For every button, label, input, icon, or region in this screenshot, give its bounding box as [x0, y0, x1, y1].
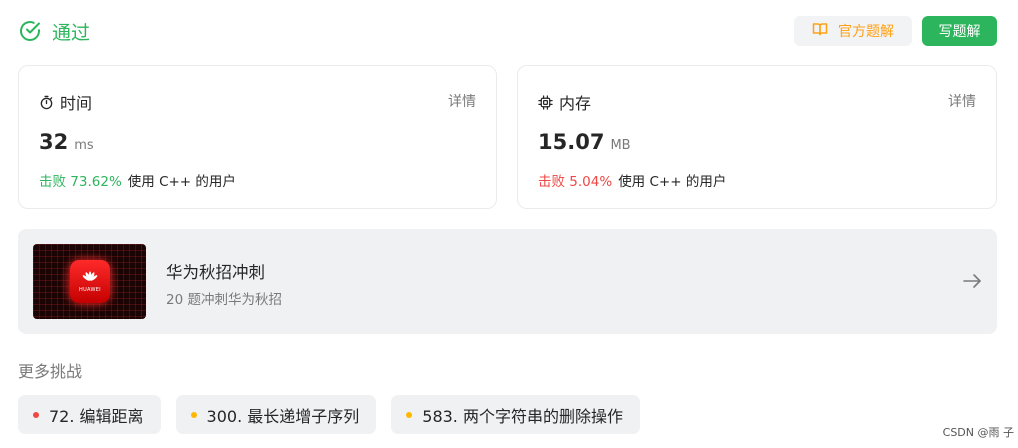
difficulty-dot [33, 411, 39, 418]
more-challenges-list: 72. 编辑距离 300. 最长递增子序列 583. 两个字符串的删除操作 [18, 395, 640, 434]
difficulty-dot [190, 411, 197, 418]
memory-title-text: 内存 [559, 94, 592, 113]
runtime-unit: ms [74, 138, 94, 153]
check-circle-icon [18, 19, 42, 43]
runtime-beat-percent: 击败 73.62% [39, 174, 122, 190]
stopwatch-icon [39, 95, 54, 110]
result-header: 通过 官方题解 写题解 [18, 16, 998, 46]
official-solution-button[interactable]: 官方题解 [794, 16, 912, 46]
memory-card: 内存 详情 15.07 MB 击败 5.04% 使用 C++ 的用户 [517, 65, 997, 209]
write-solution-button[interactable]: 写题解 [922, 16, 997, 46]
memory-metric: 15.07 MB [538, 130, 631, 154]
memory-unit: MB [610, 138, 631, 153]
official-solution-label: 官方题解 [838, 24, 894, 40]
runtime-card: 时间 详情 32 ms 击败 73.62% 使用 C++ 的用户 [18, 65, 497, 209]
banner-title: 华为秋招冲刺 [166, 263, 265, 282]
challenge-label: 583. 两个字符串的删除操作 [422, 406, 623, 426]
status-text: 通过 [52, 21, 91, 44]
status: 通过 [18, 16, 90, 46]
huawei-logo-icon: HUAWEI [70, 260, 110, 303]
runtime-title-text: 时间 [60, 94, 93, 113]
runtime-value: 32 [39, 130, 69, 154]
challenge-item-72[interactable]: 72. 编辑距离 [18, 395, 161, 434]
watermark: CSDN @雨 子 [942, 426, 1014, 439]
runtime-beat-suffix: 使用 C++ 的用户 [127, 174, 236, 190]
runtime-beat: 击败 73.62% 使用 C++ 的用户 [39, 170, 236, 190]
memory-title: 内存 [538, 90, 591, 114]
runtime-metric: 32 ms [39, 130, 94, 154]
memory-value: 15.07 [538, 130, 605, 154]
chip-icon [538, 94, 553, 110]
memory-beat-percent: 击败 5.04% [538, 174, 613, 190]
memory-beat-suffix: 使用 C++ 的用户 [618, 174, 727, 190]
banner-subtitle: 20 题冲刺华为秋招 [166, 292, 282, 308]
challenge-item-583[interactable]: 583. 两个字符串的删除操作 [391, 395, 640, 434]
huawei-logo-text: HUAWEI [79, 286, 101, 293]
arrow-right-icon[interactable] [962, 271, 982, 291]
challenge-label: 72. 编辑距离 [49, 406, 144, 426]
memory-beat: 击败 5.04% 使用 C++ 的用户 [538, 170, 726, 190]
more-challenges-title: 更多挑战 [18, 362, 83, 381]
challenge-label: 300. 最长递增子序列 [206, 406, 360, 426]
book-icon [812, 21, 828, 41]
runtime-title: 时间 [39, 90, 92, 114]
challenge-item-300[interactable]: 300. 最长递增子序列 [175, 395, 377, 434]
runtime-detail-link[interactable]: 详情 [448, 91, 476, 111]
huawei-banner-image: HUAWEI [33, 244, 146, 319]
memory-detail-link[interactable]: 详情 [948, 91, 976, 111]
difficulty-dot [406, 411, 413, 418]
study-plan-banner[interactable]: HUAWEI 华为秋招冲刺 20 题冲刺华为秋招 [18, 229, 997, 334]
